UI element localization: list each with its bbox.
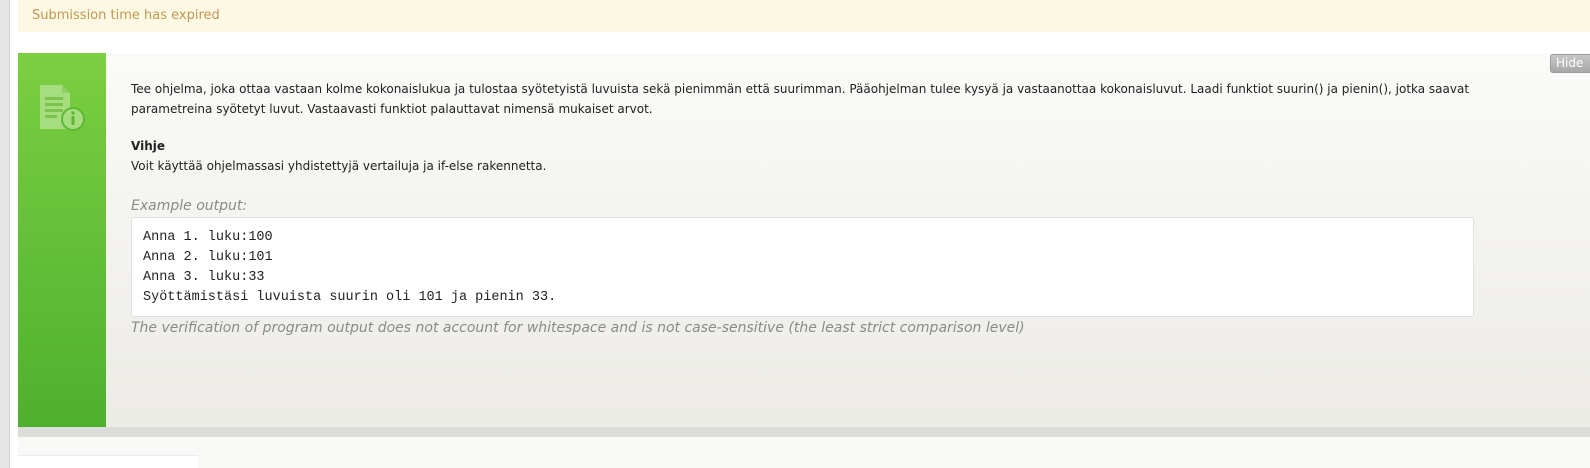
task-type-strip <box>18 53 106 427</box>
example-output-line: Anna 1. luku:100 <box>143 230 273 245</box>
task-description: Tee ohjelma, joka ottaa vastaan kolme ko… <box>131 79 1476 119</box>
notice-text: Submission time has expired <box>32 8 220 23</box>
example-output-box: Anna 1. luku:100 Anna 2. luku:101 Anna 3… <box>131 217 1474 317</box>
next-section-area <box>18 437 1590 468</box>
example-output-line: Syöttämistäsi luvuista suurin oli 101 ja… <box>143 290 557 305</box>
hint-title: Vihje <box>131 139 165 153</box>
task-body: Tee ohjelma, joka ottaa vastaan kolme ko… <box>131 79 1476 338</box>
task-description-line-1: Tee ohjelma, joka ottaa vastaan kolme ko… <box>131 82 1470 96</box>
document-info-icon <box>38 83 86 133</box>
verification-note: The verification of program output does … <box>131 320 1025 336</box>
example-output-line: Anna 2. luku:101 <box>143 250 273 265</box>
card-bottom-divider <box>18 427 1590 437</box>
task-card: Tee ohjelma, joka ottaa vastaan kolme ko… <box>18 53 1590 427</box>
example-output-line: Anna 3. luku:33 <box>143 270 265 285</box>
hide-button[interactable]: Hide <box>1550 54 1590 73</box>
left-edge-border <box>0 0 10 468</box>
hint-text: Voit käyttää ohjelmassasi yhdistettyjä v… <box>131 159 547 173</box>
task-description-line-2: parametreina syötetyt luvut. Vastaavasti… <box>131 102 653 116</box>
submission-expired-notice: Submission time has expired <box>18 0 1590 32</box>
example-output-label: Example output: <box>131 198 248 214</box>
next-section-tab <box>18 455 198 468</box>
